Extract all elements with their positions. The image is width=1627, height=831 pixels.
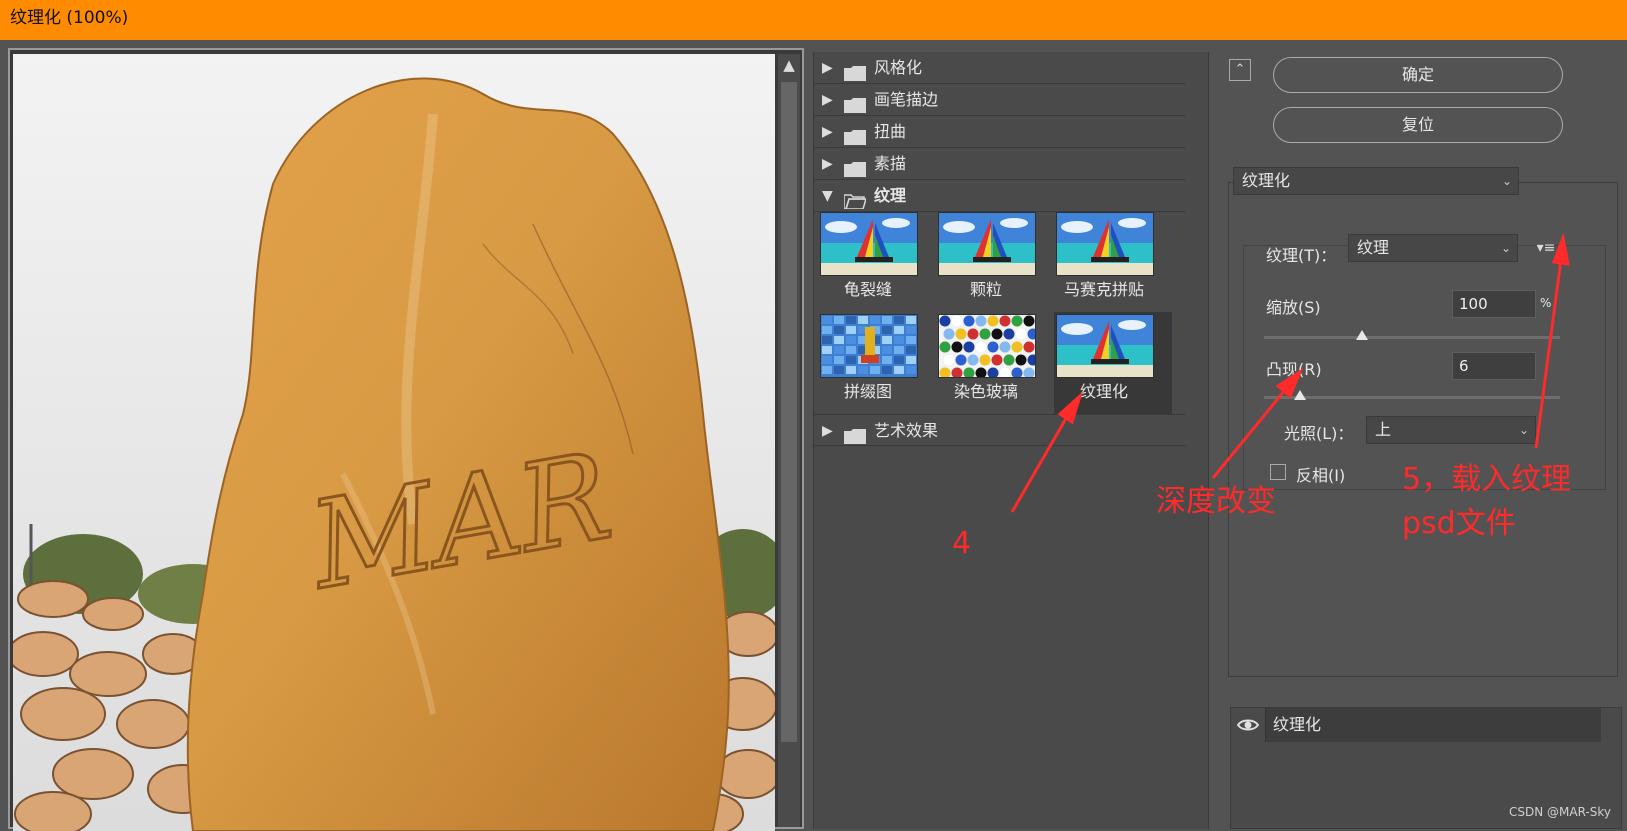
watermark: CSDN @MAR-Sky — [1508, 805, 1611, 819]
annotation-overlay — [1010, 232, 1570, 513]
annotation-step5-line1: 5，载入纹理 — [1402, 462, 1572, 497]
annotation-arrow-5 — [1534, 251, 1564, 449]
annotation-arrow-4 — [1010, 407, 1074, 513]
arrow-head-icon — [1057, 391, 1084, 425]
annotation-step4: 4 — [952, 526, 972, 561]
annotation-step5-line2: psd文件 — [1402, 506, 1516, 541]
annotation-depth: 深度改变 — [1156, 484, 1276, 519]
annotation-arrow-depth — [1211, 383, 1292, 479]
arrow-head-icon — [1551, 232, 1570, 266]
